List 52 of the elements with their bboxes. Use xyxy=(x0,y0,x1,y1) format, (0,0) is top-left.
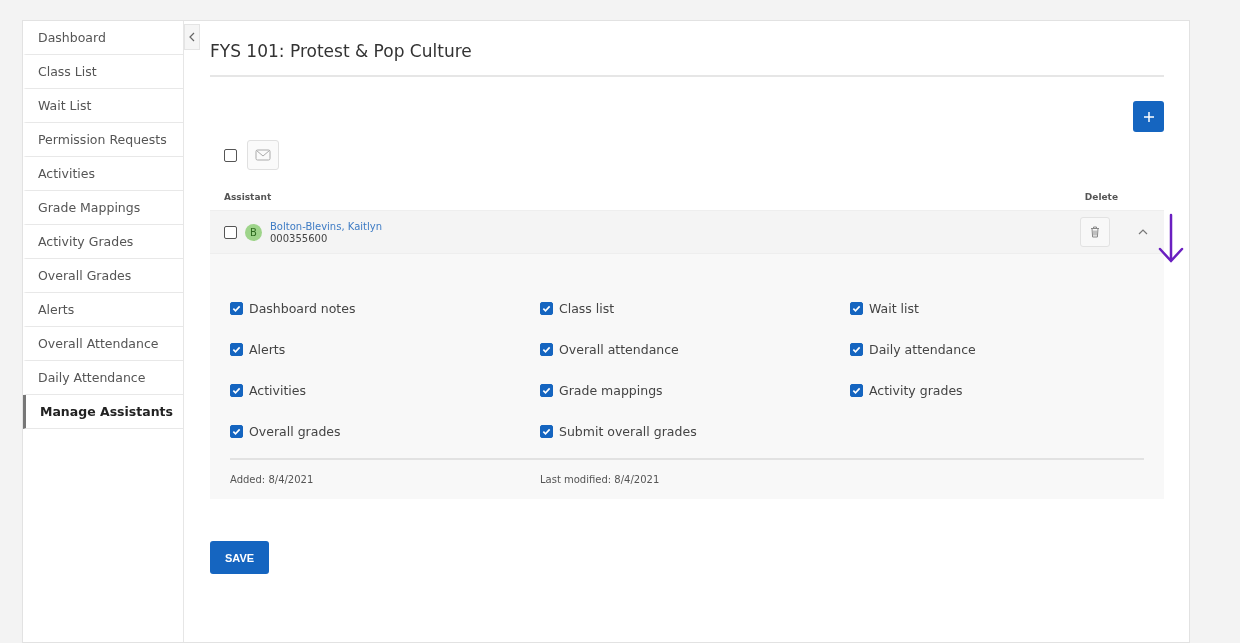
avatar: B xyxy=(245,223,262,241)
sidebar-item[interactable]: Daily Attendance xyxy=(23,361,183,395)
added-date: Added: 8/4/2021 xyxy=(230,474,315,485)
permission-label: Activities xyxy=(249,383,307,398)
sidebar-item[interactable]: Overall Attendance xyxy=(23,327,183,361)
sidebar-item[interactable]: Dashboard xyxy=(23,21,183,55)
permission-checkbox[interactable] xyxy=(850,384,863,397)
column-header: Delete xyxy=(1084,192,1118,202)
page-title: FYS 101: Protest & Pop Culture xyxy=(210,41,1164,77)
annotation-arrow-drawing xyxy=(1156,213,1186,265)
permission-checkbox[interactable] xyxy=(540,343,553,356)
permission-label: Alerts xyxy=(249,342,286,357)
permission-checkbox[interactable] xyxy=(230,302,243,315)
permission-checkbox[interactable] xyxy=(850,343,863,356)
assistant-name-link[interactable]: Bolton-Blevins, Kaitlyn xyxy=(270,220,1072,232)
sidebar-item[interactable]: Alerts xyxy=(23,293,183,327)
plus-icon xyxy=(1142,110,1155,123)
permission-checkbox[interactable] xyxy=(230,425,243,438)
permission-label: Overall attendance xyxy=(559,342,679,357)
modified-date: Last modified: 8/4/2021 xyxy=(540,474,661,485)
permission-checkbox[interactable] xyxy=(230,384,243,397)
row-checkbox[interactable] xyxy=(224,225,237,239)
sidebar-item[interactable]: Grade Mappings xyxy=(23,191,183,225)
sidebar-item[interactable]: Class List xyxy=(23,55,183,89)
assistant-id: 000355600 xyxy=(270,232,329,244)
save-button[interactable]: SAVE xyxy=(210,541,269,574)
permission-checkbox[interactable] xyxy=(540,302,553,315)
permission-label: Submit overall grades xyxy=(559,424,697,439)
sidebar-item[interactable]: Overall Grades xyxy=(23,259,183,293)
sidebar-item[interactable]: Permission Requests xyxy=(23,123,183,157)
permission-label: Activity grades xyxy=(869,383,963,398)
trash-icon xyxy=(1090,226,1100,238)
permission-label: Overall grades xyxy=(249,424,341,439)
permission-label: Grade mappings xyxy=(559,383,663,398)
permission-checkbox[interactable] xyxy=(540,384,553,397)
collapse-chevron[interactable] xyxy=(1136,227,1150,237)
permission-label: Daily attendance xyxy=(869,342,976,357)
permission-label: Class list xyxy=(559,301,615,316)
sidebar-item[interactable]: Activity Grades xyxy=(23,225,183,259)
sidebar-item[interactable]: Wait List xyxy=(23,89,183,123)
add-button[interactable] xyxy=(1133,101,1164,132)
chevron-left-icon xyxy=(189,32,195,42)
permission-checkbox[interactable] xyxy=(230,343,243,356)
select-all-checkbox[interactable] xyxy=(224,148,237,162)
permission-label: Wait list xyxy=(869,301,919,316)
permission-checkbox[interactable] xyxy=(540,425,553,438)
permission-label: Dashboard notes xyxy=(249,301,356,316)
permission-checkbox[interactable] xyxy=(850,302,863,315)
column-header: Assistant xyxy=(224,192,272,202)
envelope-icon xyxy=(255,149,271,161)
sidebar-item[interactable]: Activities xyxy=(23,157,183,191)
sidebar-item[interactable]: Manage Assistants xyxy=(23,395,183,429)
